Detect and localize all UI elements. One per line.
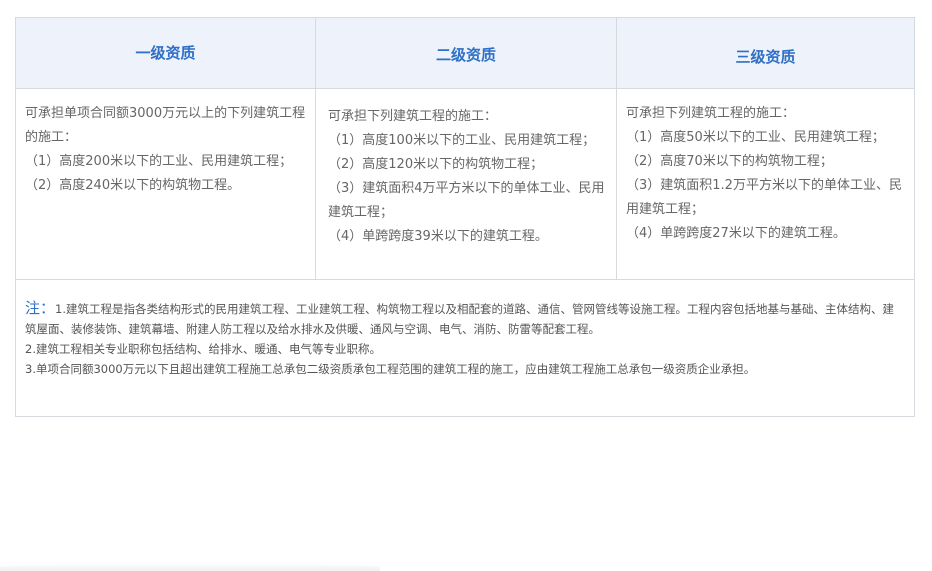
grade-2-line: （3）建筑面积4万平方米以下的单体工业、民用建筑工程； [328, 181, 605, 220]
grade-3-line: （2）高度70米以下的构筑物工程； [626, 154, 833, 169]
grade-2-scope-cell: 可承担下列建筑工程的施工： （1）高度100米以下的工业、民用建筑工程； （2）… [316, 89, 617, 279]
grade-2-line: （4）单跨跨度39米以下的建筑工程。 [328, 229, 548, 244]
notes-title: 注： [25, 299, 56, 317]
grade-3-line: （1）高度50米以下的工业、民用建筑工程； [626, 130, 885, 145]
grade-1-scope-cell: 可承担单项合同额3000万元以上的下列建筑工程的施工： （1）高度200米以下的… [16, 89, 316, 279]
note-item: 2.建筑工程相关专业职称包括结构、给排水、暖通、电气等专业职称。 [25, 342, 381, 356]
qualification-table: 一级资质 二级资质 三级资质 可承担单项合同额3000万元以上的下列建筑工程的施… [15, 17, 915, 417]
decorative-shadow [0, 563, 380, 571]
header-grade-1: 一级资质 [16, 18, 316, 88]
grade-2-line: 可承担下列建筑工程的施工： [328, 109, 498, 124]
note-item: 注：1.建筑工程是指各类结构形式的民用建筑工程、工业建筑工程、构筑物工程以及相配… [25, 298, 904, 339]
note-text-1: 1.建筑工程是指各类结构形式的民用建筑工程、工业建筑工程、构筑物工程以及相配套的… [25, 302, 894, 336]
header-grade-2: 二级资质 [316, 18, 617, 88]
notes-section: 注：1.建筑工程是指各类结构形式的民用建筑工程、工业建筑工程、构筑物工程以及相配… [16, 280, 914, 379]
table-header-row: 一级资质 二级资质 三级资质 [16, 18, 914, 89]
grade-1-line: （1）高度200米以下的工业、民用建筑工程； [25, 154, 293, 169]
grade-2-line: （1）高度100米以下的工业、民用建筑工程； [328, 133, 596, 148]
grade-3-line: 可承担下列建筑工程的施工： [626, 106, 796, 121]
grade-3-scope-cell: 可承担下列建筑工程的施工： （1）高度50米以下的工业、民用建筑工程； （2）高… [617, 89, 914, 279]
grade-1-line: （2）高度240米以下的构筑物工程。 [25, 178, 241, 193]
header-grade-3: 三级资质 [735, 47, 796, 66]
table-body-row: 可承担单项合同额3000万元以上的下列建筑工程的施工： （1）高度200米以下的… [16, 89, 914, 280]
note-item: 3.单项合同额3000万元以下且超出建筑工程施工总承包二级资质承包工程范围的建筑… [25, 362, 756, 376]
grade-1-line: 可承担单项合同额3000万元以上的下列建筑工程的施工： [25, 106, 306, 145]
grade-3-line: （3）建筑面积1.2万平方米以下的单体工业、民用建筑工程； [626, 178, 902, 217]
grade-3-line: （4）单跨跨度27米以下的建筑工程。 [626, 226, 846, 241]
grade-2-line: （2）高度120米以下的构筑物工程； [328, 157, 544, 172]
